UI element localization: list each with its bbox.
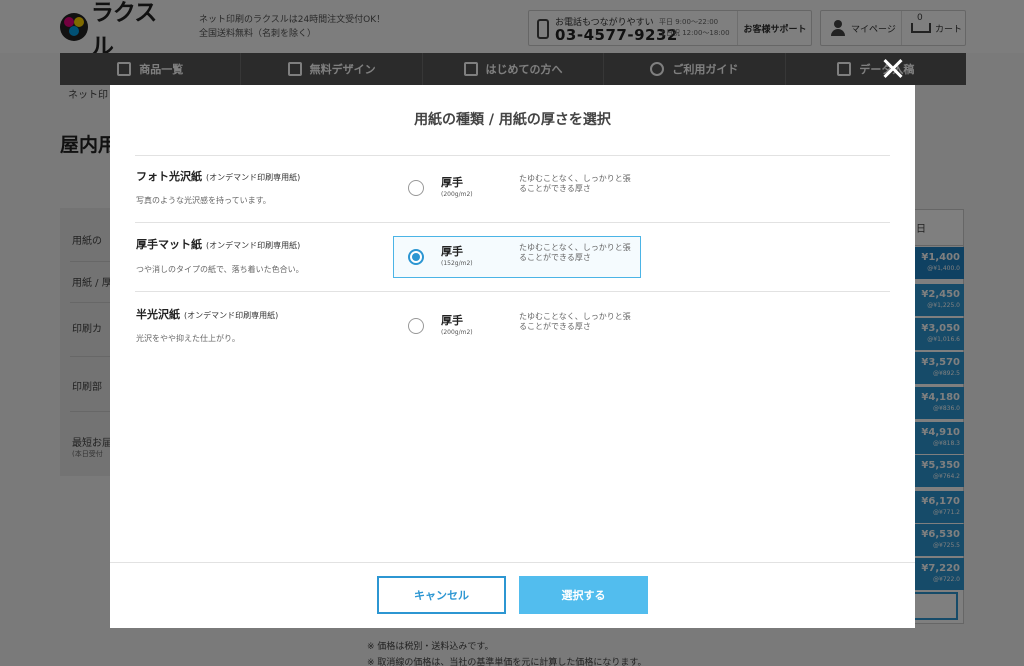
select-button[interactable]: 選択する — [519, 576, 648, 614]
paper-desc: つや消しのタイプの紙で、落ち着いた色合い。 — [136, 265, 304, 274]
row-divider — [135, 155, 890, 156]
row-divider — [135, 222, 890, 223]
paper-option-photo-gloss[interactable]: 厚手 (200g/m2) たゆむことなく、しっかりと張ることができる厚さ — [393, 167, 641, 209]
option-label: 厚手 — [441, 176, 463, 189]
option-label: 厚手 — [441, 245, 463, 258]
option-desc: たゆむことなく、しっかりと張ることができる厚さ — [519, 174, 631, 193]
paper-option-semi-gloss[interactable]: 厚手 (200g/m2) たゆむことなく、しっかりと張ることができる厚さ — [393, 305, 641, 347]
paper-desc: 写真のような光沢感を持っています。 — [136, 196, 271, 205]
close-modal-icon[interactable] — [880, 56, 906, 82]
radio-button[interactable] — [408, 180, 424, 196]
footer-divider — [110, 562, 915, 563]
paper-select-modal: 用紙の種類 / 用紙の厚さを選択 フォト光沢紙 (オンデマンド印刷専用紙) 写真の… — [110, 85, 915, 628]
paper-name-photo-gloss: フォト光沢紙 (オンデマンド印刷専用紙) — [136, 170, 301, 183]
radio-button-selected[interactable] — [408, 249, 424, 265]
option-weight: (200g/m2) — [441, 329, 473, 336]
paper-name-thick-matte: 厚手マット紙 (オンデマンド印刷専用紙) — [136, 238, 301, 251]
row-divider — [135, 291, 890, 292]
paper-option-thick-matte[interactable]: 厚手 (152g/m2) たゆむことなく、しっかりと張ることができる厚さ — [393, 236, 641, 278]
paper-name-semi-gloss: 半光沢紙 (オンデマンド印刷専用紙) — [136, 308, 279, 321]
cancel-button[interactable]: キャンセル — [377, 576, 506, 614]
radio-button[interactable] — [408, 318, 424, 334]
option-label: 厚手 — [441, 314, 463, 327]
option-weight: (200g/m2) — [441, 191, 473, 198]
modal-title: 用紙の種類 / 用紙の厚さを選択 — [414, 112, 611, 128]
paper-desc: 光沢をやや抑えた仕上がり。 — [136, 334, 240, 343]
option-desc: たゆむことなく、しっかりと張ることができる厚さ — [519, 312, 631, 331]
option-weight: (152g/m2) — [441, 260, 473, 267]
option-desc: たゆむことなく、しっかりと張ることができる厚さ — [519, 243, 631, 262]
